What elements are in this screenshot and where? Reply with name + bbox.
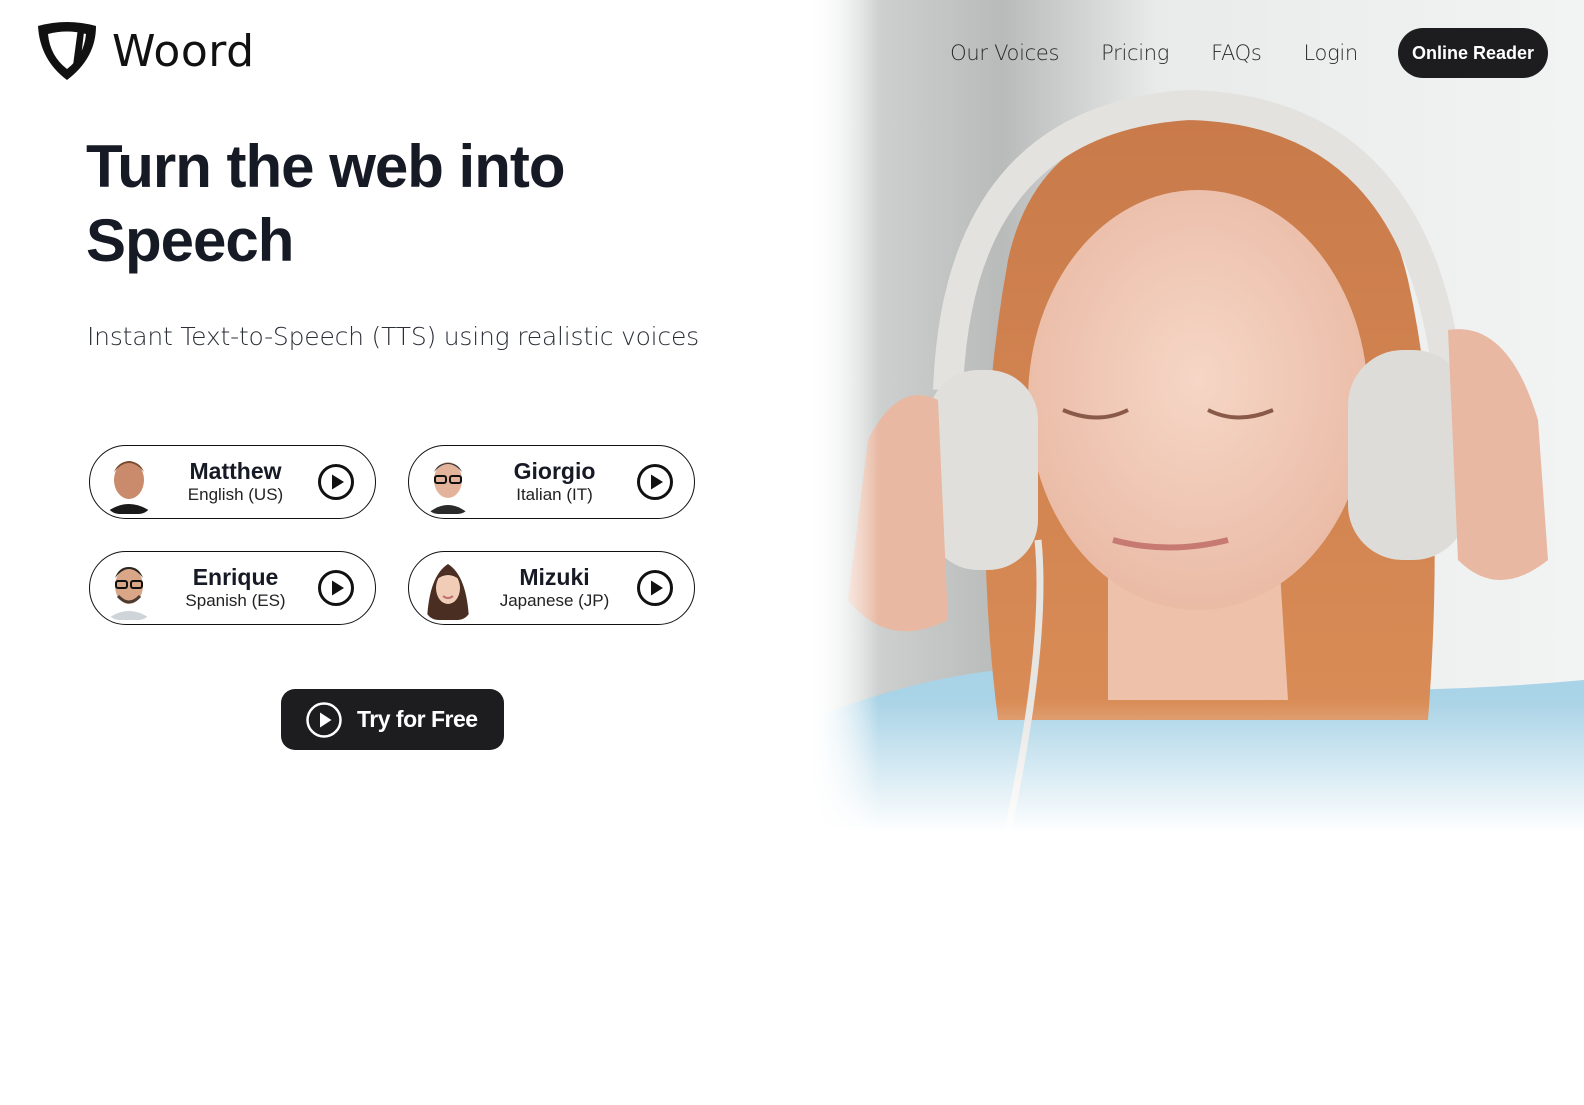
voice-language: Japanese (JP) xyxy=(499,590,610,610)
main-nav: Our Voices Pricing FAQs Login Online Rea… xyxy=(950,28,1548,78)
online-reader-button[interactable]: Online Reader xyxy=(1397,28,1548,78)
play-icon[interactable] xyxy=(636,569,674,607)
hero-image-fade-bottom xyxy=(808,700,1584,840)
voice-name: Giorgio xyxy=(513,457,596,484)
nav-our-voices[interactable]: Our Voices xyxy=(950,41,1059,65)
hero-subheadline: Instant Text-to-Speech (TTS) using reali… xyxy=(87,322,699,351)
play-icon[interactable] xyxy=(317,463,355,501)
voice-samples: Matthew English (US) Giorgio Italian (IT… xyxy=(89,445,695,625)
nav-pricing[interactable]: Pricing xyxy=(1101,41,1169,65)
voice-name: Matthew xyxy=(189,457,282,484)
voice-card-enrique[interactable]: Enrique Spanish (ES) xyxy=(89,551,376,625)
voice-card-giorgio[interactable]: Giorgio Italian (IT) xyxy=(408,445,695,519)
shield-logo-icon xyxy=(38,22,96,80)
play-circle-icon xyxy=(306,701,342,738)
avatar-mizuki xyxy=(423,556,473,620)
voice-language: English (US) xyxy=(187,484,284,504)
voice-name: Enrique xyxy=(192,563,279,590)
avatar-enrique xyxy=(104,556,154,620)
avatar-matthew xyxy=(104,450,154,514)
voice-name: Mizuki xyxy=(519,563,590,590)
try-for-free-button[interactable]: Try for Free xyxy=(281,689,504,750)
nav-faqs[interactable]: FAQs xyxy=(1211,41,1262,65)
play-icon[interactable] xyxy=(317,569,355,607)
voice-language: Spanish (ES) xyxy=(185,590,286,610)
nav-login[interactable]: Login xyxy=(1304,41,1359,65)
brand-logo[interactable]: Woord xyxy=(34,18,255,84)
play-icon[interactable] xyxy=(636,463,674,501)
brand-name: Woord xyxy=(112,25,255,77)
voice-card-mizuki[interactable]: Mizuki Japanese (JP) xyxy=(408,551,695,625)
hero-headline: Turn the web into Speech xyxy=(86,133,566,274)
try-for-free-label: Try for Free xyxy=(357,706,478,732)
voice-language: Italian (IT) xyxy=(516,484,593,504)
voice-card-matthew[interactable]: Matthew English (US) xyxy=(89,445,376,519)
avatar-giorgio xyxy=(423,450,473,514)
